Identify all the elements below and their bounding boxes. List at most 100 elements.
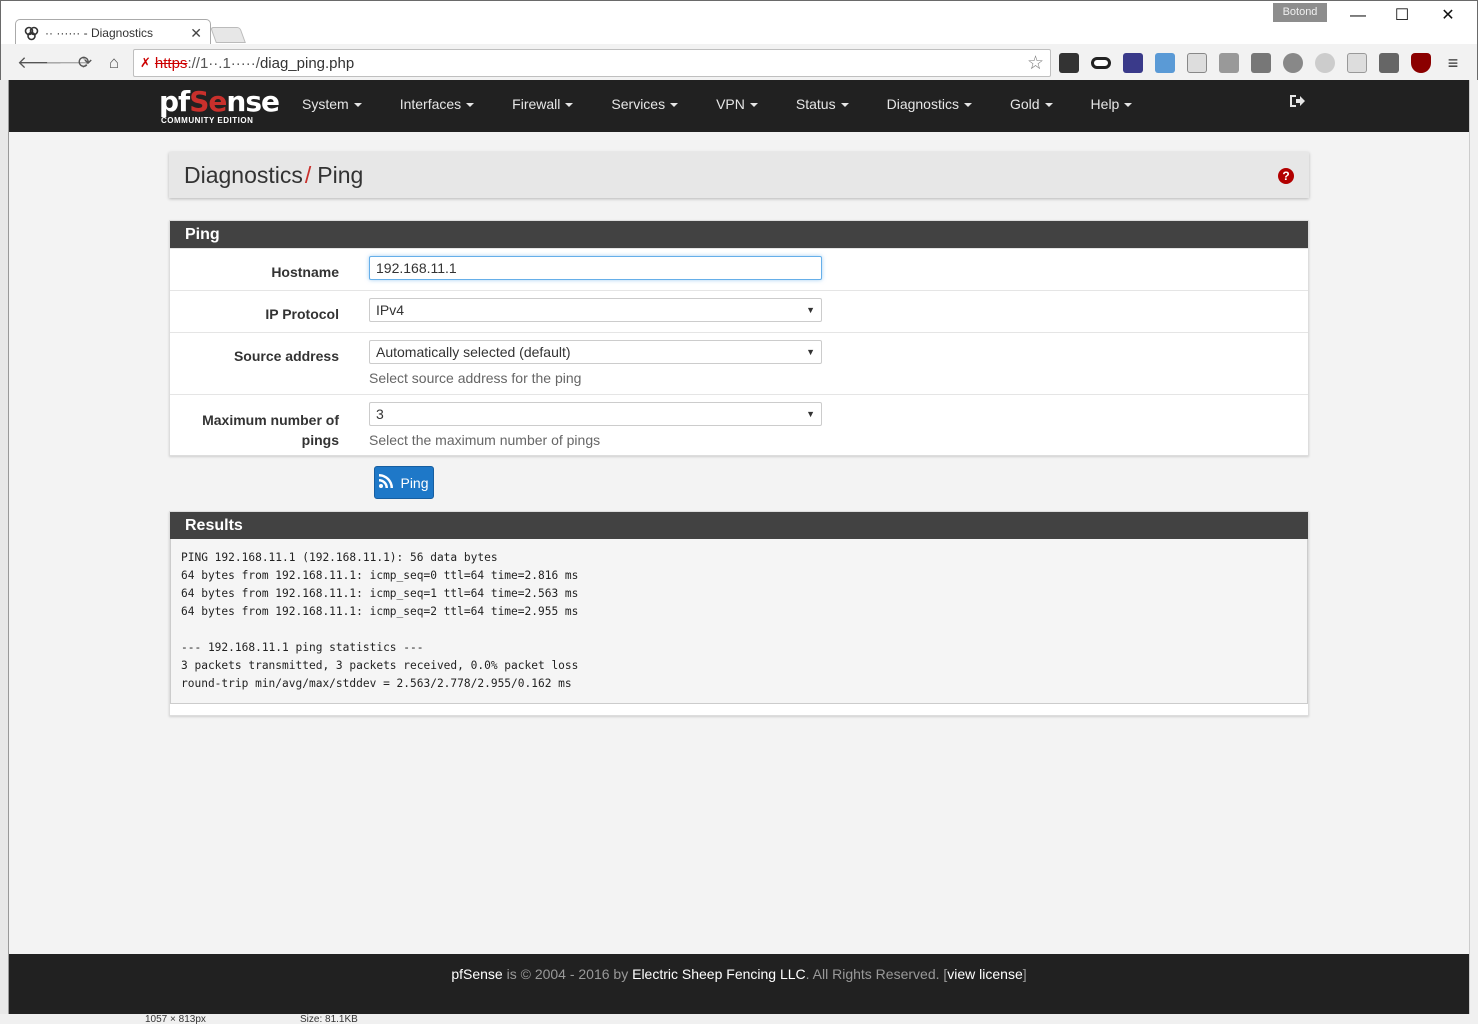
tab-title: ·· ······ - Diagnostics bbox=[45, 26, 153, 40]
profile-badge[interactable]: Botond bbox=[1273, 3, 1327, 22]
footer-close-bracket: ] bbox=[1022, 966, 1027, 982]
select-arrow-icon: ▼ bbox=[806, 347, 815, 357]
menu-diagnostics[interactable]: Diagnostics bbox=[887, 80, 972, 132]
ping-output: PING 192.168.11.1 (192.168.11.1): 56 dat… bbox=[181, 551, 579, 690]
download-extension-icon[interactable] bbox=[1379, 53, 1399, 73]
footer-license-link[interactable]: view license bbox=[947, 966, 1022, 982]
results-output-box: PING 192.168.11.1 (192.168.11.1): 56 dat… bbox=[170, 539, 1308, 704]
menu-firewall[interactable]: Firewall bbox=[512, 80, 574, 132]
pfsense-page: pfSense COMMUNITY EDITION System Interfa… bbox=[9, 80, 1469, 1014]
forward-arrow-icon[interactable]: 🡒 bbox=[45, 52, 91, 74]
css-extension-icon[interactable] bbox=[1251, 53, 1271, 73]
ping-form-panel: Ping Hostname 192.168.11.1 IP Protocol I… bbox=[169, 220, 1309, 456]
max-pings-row: Maximum number of pings 3 ▼ Select the m… bbox=[170, 394, 1308, 456]
max-pings-label-line1: Maximum number of bbox=[202, 412, 339, 428]
cube-extension-icon[interactable] bbox=[1187, 53, 1207, 73]
max-pings-help: Select the maximum number of pings bbox=[369, 432, 601, 448]
new-tab-button[interactable] bbox=[210, 27, 246, 43]
tab-close-icon[interactable]: ✕ bbox=[190, 25, 202, 42]
caret-down-icon bbox=[466, 103, 475, 108]
logout-icon[interactable] bbox=[1289, 94, 1305, 113]
bookmark-extension-icon[interactable] bbox=[1123, 53, 1143, 73]
status-image-dimensions: 1057 × 813px bbox=[145, 1014, 206, 1024]
max-pings-label-line2: pings bbox=[301, 432, 339, 448]
home-icon[interactable]: ⌂ bbox=[103, 52, 125, 74]
select-arrow-icon: ▼ bbox=[806, 305, 815, 315]
menu-help[interactable]: Help bbox=[1091, 80, 1133, 132]
menu-gold[interactable]: Gold bbox=[1010, 80, 1053, 132]
breadcrumb: Diagnostics/Ping bbox=[184, 162, 363, 189]
source-address-label: Source address bbox=[233, 348, 339, 364]
max-pings-value: 3 bbox=[376, 406, 384, 422]
breadcrumb-separator: / bbox=[304, 162, 312, 188]
insecure-lock-icon[interactable]: ✗ bbox=[140, 55, 151, 71]
browser-toolbar: 🡐 🡒 ⟳ ⌂ ✗ https ://1··.1·····/ diag_ping… bbox=[0, 44, 1478, 80]
breadcrumb-panel: Diagnostics/Ping ? bbox=[169, 152, 1309, 198]
screen-extension-icon[interactable] bbox=[1219, 53, 1239, 73]
breadcrumb-parent[interactable]: Diagnostics bbox=[184, 162, 303, 188]
bookmark-star-icon[interactable]: ☆ bbox=[1027, 52, 1044, 75]
page-extension-icon[interactable] bbox=[1347, 53, 1367, 73]
menu-interfaces[interactable]: Interfaces bbox=[400, 80, 475, 132]
close-window-button[interactable]: ✕ bbox=[1425, 5, 1471, 27]
results-panel-heading: Results bbox=[170, 512, 1308, 539]
ublock-extension-icon[interactable] bbox=[1411, 53, 1431, 73]
select-arrow-icon: ▼ bbox=[806, 409, 815, 419]
ping-panel-heading: Ping bbox=[170, 221, 1308, 248]
maximize-button[interactable]: ☐ bbox=[1379, 5, 1425, 27]
minimize-button[interactable]: — bbox=[1335, 5, 1381, 27]
results-panel: Results PING 192.168.11.1 (192.168.11.1)… bbox=[169, 511, 1309, 716]
qr-code-extension-icon[interactable] bbox=[1059, 53, 1079, 73]
hostname-row: Hostname 192.168.11.1 bbox=[170, 248, 1308, 290]
source-address-help: Select source address for the ping bbox=[369, 370, 582, 386]
max-pings-select[interactable]: 3 ▼ bbox=[369, 402, 822, 426]
status-image-size: Size: 81.1KB bbox=[300, 1014, 358, 1024]
pfsense-logo[interactable]: pfSense COMMUNITY EDITION bbox=[159, 85, 280, 126]
logo-wordmark: pfSense bbox=[159, 85, 280, 118]
caret-down-icon bbox=[353, 103, 362, 108]
back-arrow-icon[interactable]: 🡐 bbox=[17, 52, 63, 74]
settings-gear-extension-icon[interactable] bbox=[1315, 53, 1335, 73]
footer-rights: . All Rights Reserved. [ bbox=[805, 966, 948, 982]
browser-menu-icon[interactable]: ≡ bbox=[1442, 52, 1464, 74]
url-host: ://1··.1·····/ bbox=[187, 54, 260, 72]
incognito-extension-icon[interactable] bbox=[1091, 57, 1111, 69]
reload-icon[interactable]: ⟳ bbox=[74, 52, 96, 74]
caret-down-icon bbox=[670, 103, 679, 108]
menu-services[interactable]: Services bbox=[611, 80, 679, 132]
menu-system[interactable]: System bbox=[302, 80, 362, 132]
browser-titlebar: ·· ······ - Diagnostics ✕ Botond — ☐ ✕ bbox=[0, 0, 1478, 46]
caret-down-icon bbox=[1044, 103, 1053, 108]
hostname-input[interactable]: 192.168.11.1 bbox=[369, 256, 822, 280]
menu-vpn[interactable]: VPN bbox=[716, 80, 758, 132]
ip-protocol-select[interactable]: IPv4 ▼ bbox=[369, 298, 822, 322]
hostname-label: Hostname bbox=[271, 264, 339, 280]
caret-down-icon bbox=[963, 103, 972, 108]
address-bar[interactable]: ✗ https ://1··.1·····/ diag_ping.php ☆ bbox=[133, 49, 1051, 77]
source-address-select[interactable]: Automatically selected (default) ▼ bbox=[369, 340, 822, 364]
url-scheme: https bbox=[154, 54, 188, 72]
footer-company-link[interactable]: Electric Sheep Fencing LLC bbox=[632, 966, 806, 982]
caret-down-icon bbox=[565, 103, 574, 108]
skype-extension-icon[interactable] bbox=[1283, 53, 1303, 73]
status-strip: 1057 × 813px Size: 81.1KB bbox=[0, 1014, 1478, 1024]
ping-submit-button[interactable]: Ping bbox=[374, 466, 434, 499]
menu-status[interactable]: Status bbox=[796, 80, 849, 132]
help-question-icon[interactable]: ? bbox=[1278, 168, 1294, 184]
footer-product: pfSense bbox=[451, 966, 503, 982]
ip-protocol-label: IP Protocol bbox=[265, 306, 339, 322]
camera-extension-icon[interactable] bbox=[1155, 53, 1175, 73]
source-address-value: Automatically selected (default) bbox=[376, 344, 571, 360]
background-window-edge bbox=[0, 80, 9, 1024]
browser-tab[interactable]: ·· ······ - Diagnostics ✕ bbox=[15, 19, 211, 46]
caret-down-icon bbox=[749, 103, 758, 108]
page-footer: pfSense is © 2004 - 2016 by Electric She… bbox=[9, 954, 1469, 1014]
source-address-row: Source address Automatically selected (d… bbox=[170, 332, 1308, 394]
ip-protocol-value: IPv4 bbox=[376, 302, 405, 318]
footer-copyright: is © 2004 - 2016 by bbox=[502, 966, 633, 982]
logo-edition: COMMUNITY EDITION bbox=[161, 116, 254, 125]
vertical-scrollbar[interactable] bbox=[1469, 80, 1478, 1024]
max-pings-label: Maximum number of pings bbox=[170, 410, 339, 450]
ip-protocol-row: IP Protocol IPv4 ▼ bbox=[170, 290, 1308, 332]
url-path: diag_ping.php bbox=[259, 54, 355, 72]
